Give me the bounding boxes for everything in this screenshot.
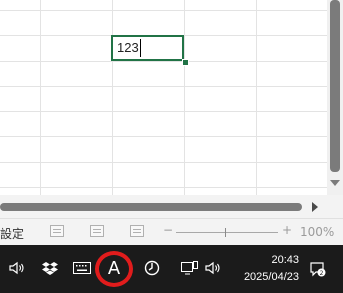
- app-window: 123 設定 − + 100% A 20:43 2025/04/23 2: [0, 0, 343, 293]
- row-gridline: [0, 111, 327, 112]
- taskbar-clock-time[interactable]: 20:43: [271, 254, 299, 266]
- status-mode-text: 設定: [0, 227, 25, 241]
- horizontal-scrollbar[interactable]: [0, 195, 343, 218]
- vertical-scroll-thumb[interactable]: [330, 0, 340, 172]
- page-break-preview-button[interactable]: [130, 225, 144, 237]
- row-gridline: [0, 187, 327, 188]
- active-cell[interactable]: 123: [111, 35, 184, 61]
- scroll-right-arrow-icon[interactable]: [312, 202, 318, 212]
- notification-icon[interactable]: 2: [309, 260, 327, 281]
- network-icon[interactable]: [181, 261, 199, 278]
- row-gridline: [0, 10, 327, 11]
- svg-text:2: 2: [320, 270, 324, 277]
- row-gridline: [0, 162, 327, 163]
- worksheet-grid[interactable]: 123: [0, 0, 327, 195]
- taskbar-clock-date[interactable]: 2025/04/23: [244, 271, 299, 283]
- moon-clock-icon[interactable]: [144, 260, 160, 279]
- keyboard-icon[interactable]: [73, 262, 91, 277]
- ime-mode-highlight: A: [95, 251, 133, 287]
- fill-handle[interactable]: [182, 59, 189, 66]
- volume-icon[interactable]: [205, 261, 221, 278]
- normal-view-button[interactable]: [50, 225, 64, 237]
- row-gridline: [0, 61, 327, 62]
- column-gridline: [256, 0, 257, 195]
- row-gridline: [0, 136, 327, 137]
- zoom-slider-thumb[interactable]: [225, 228, 226, 237]
- column-gridline: [112, 0, 113, 195]
- column-gridline: [40, 0, 41, 195]
- row-gridline: [0, 86, 327, 87]
- windows-taskbar: A 20:43 2025/04/23 2: [0, 245, 343, 293]
- speaker-icon[interactable]: [9, 261, 25, 278]
- ime-mode-icon[interactable]: A: [99, 258, 129, 279]
- zoom-out-button[interactable]: −: [163, 223, 173, 237]
- zoom-percent[interactable]: 100%: [300, 225, 334, 239]
- zoom-in-button[interactable]: +: [282, 223, 292, 237]
- status-bar: 設定 − + 100%: [0, 218, 343, 245]
- horizontal-scroll-thumb[interactable]: [0, 203, 302, 211]
- vertical-scrollbar[interactable]: [327, 0, 343, 195]
- text-caret: [140, 39, 141, 57]
- page-layout-view-button[interactable]: [90, 225, 104, 237]
- dropbox-icon[interactable]: [42, 261, 58, 278]
- active-cell-value: 123: [117, 40, 139, 55]
- scroll-down-arrow-icon[interactable]: [330, 180, 340, 186]
- column-gridline: [184, 0, 185, 195]
- zoom-slider[interactable]: [176, 232, 278, 233]
